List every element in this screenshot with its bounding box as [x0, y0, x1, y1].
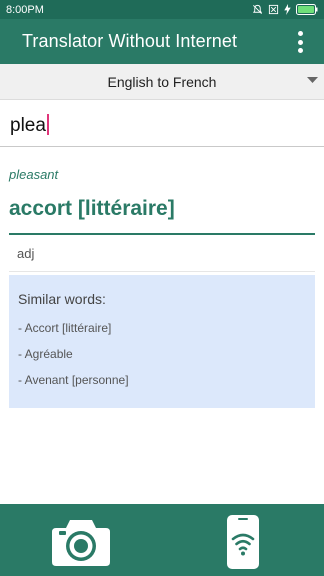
search-input-value: plea — [10, 115, 46, 136]
dropdown-arrow-icon — [307, 77, 318, 83]
app-bar: Translator Without Internet — [0, 19, 324, 64]
camera-icon[interactable] — [51, 516, 111, 568]
part-of-speech-row: adj — [9, 236, 315, 272]
translation-text: accort [littéraire] — [9, 197, 175, 220]
part-of-speech: adj — [17, 246, 35, 261]
charging-icon — [284, 4, 291, 15]
language-selector-value: English to French — [107, 73, 217, 90]
bottom-bar — [0, 504, 324, 576]
app-title: Translator Without Internet — [22, 31, 238, 51]
similar-word-item[interactable]: - Avenant [personne] — [18, 373, 306, 399]
phone-wifi-icon[interactable] — [225, 513, 261, 571]
similar-word-item[interactable]: - Accort [littéraire] — [18, 321, 306, 347]
similar-words-panel: Similar words: - Accort [littéraire] - A… — [9, 275, 315, 408]
notifications-off-icon — [252, 4, 263, 14]
more-vert-icon[interactable] — [294, 31, 306, 53]
status-bar: 8:00PM — [0, 0, 324, 19]
status-time: 8:00PM — [6, 3, 44, 16]
sim-icon — [268, 4, 279, 15]
similar-word-item[interactable]: - Agréable — [18, 347, 306, 373]
search-input[interactable]: plea — [10, 114, 49, 137]
language-selector[interactable]: English to French — [0, 64, 324, 100]
source-word: pleasant — [9, 167, 59, 182]
status-icons — [252, 4, 318, 15]
similar-words-title: Similar words: — [18, 291, 106, 307]
text-cursor — [46, 114, 49, 135]
divider — [9, 233, 315, 235]
battery-icon — [296, 4, 318, 15]
search-area: plea — [0, 101, 324, 147]
